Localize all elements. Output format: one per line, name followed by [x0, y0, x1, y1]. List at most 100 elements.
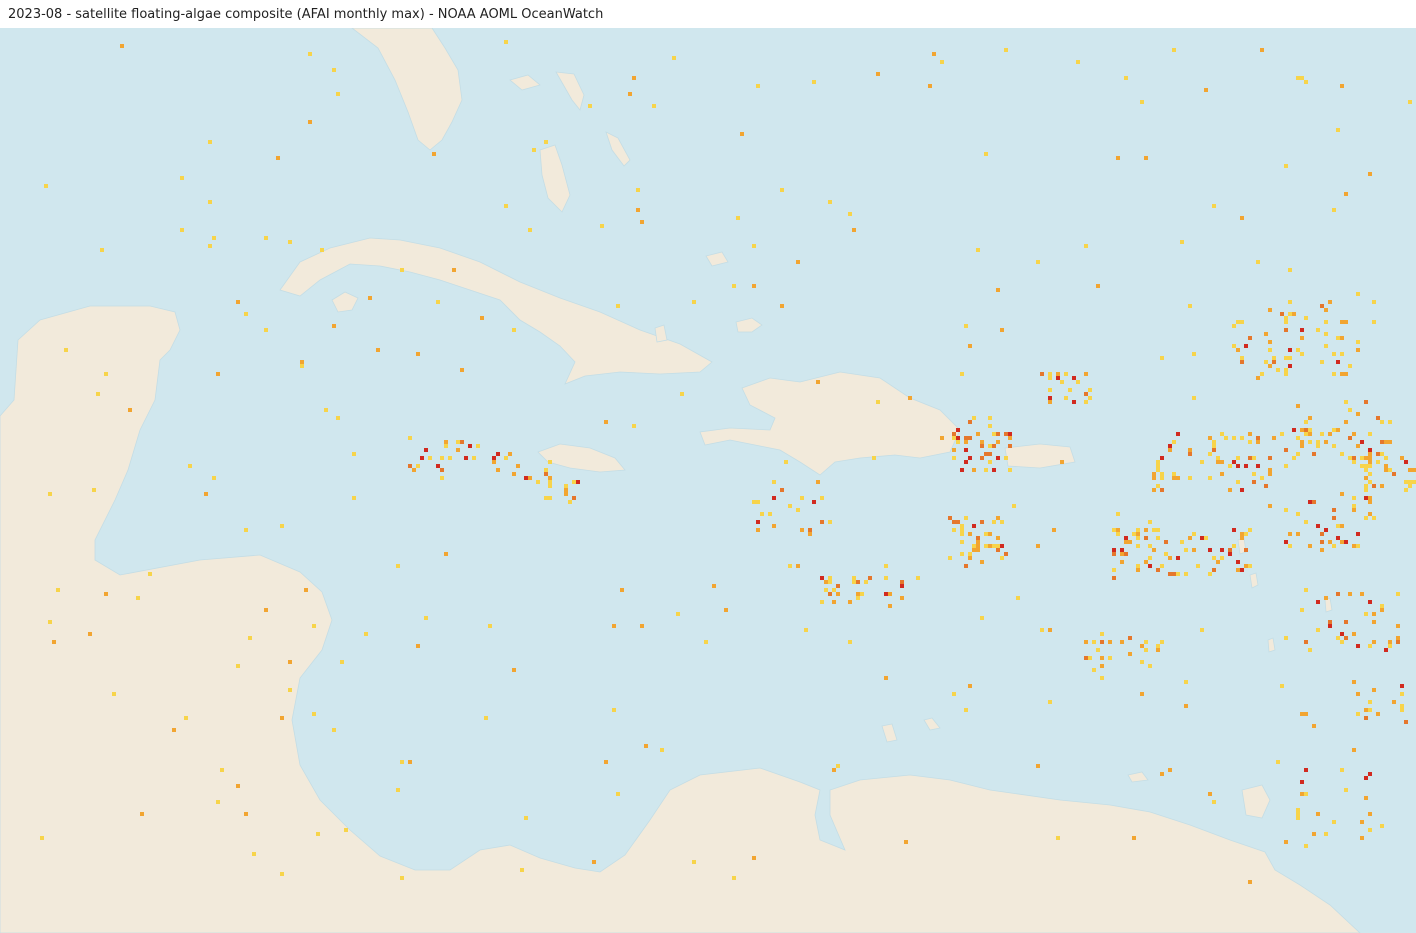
algae-pixel [1400, 456, 1404, 460]
algae-pixel [1208, 436, 1212, 440]
algae-pixel [692, 860, 696, 864]
algae-pixel [504, 204, 508, 208]
algae-pixel [484, 716, 488, 720]
algae-pixel [824, 580, 828, 584]
algae-pixel [1096, 284, 1100, 288]
algae-pixel [1344, 636, 1348, 640]
algae-pixel [1384, 468, 1388, 472]
algae-pixel [884, 564, 888, 568]
algae-pixel [948, 516, 952, 520]
algae-pixel [952, 456, 956, 460]
algae-pixel [1156, 484, 1160, 488]
algae-pixel [1084, 400, 1088, 404]
algae-pixel [364, 632, 368, 636]
algae-pixel [236, 300, 240, 304]
algae-pixel [740, 132, 744, 136]
algae-pixel [1352, 432, 1356, 436]
algae-pixel [852, 228, 856, 232]
algae-pixel [860, 592, 864, 596]
map-viewport[interactable] [0, 28, 1416, 933]
algae-pixel [376, 348, 380, 352]
algae-pixel [1328, 432, 1332, 436]
algae-pixel [576, 480, 580, 484]
algae-pixel [1064, 372, 1068, 376]
algae-pixel [612, 708, 616, 712]
algae-pixel [1208, 452, 1212, 456]
algae-pixel [988, 460, 992, 464]
algae-pixel [1400, 684, 1404, 688]
algae-pixel [1260, 476, 1264, 480]
algae-pixel [756, 528, 760, 532]
algae-pixel [976, 536, 980, 540]
algae-pixel [308, 52, 312, 56]
algae-pixel [1380, 604, 1384, 608]
algae-pixel [1036, 544, 1040, 548]
algae-pixel [1336, 360, 1340, 364]
algae-pixel [1236, 560, 1240, 564]
algae-pixel [1220, 556, 1224, 560]
algae-pixel [1372, 516, 1376, 520]
algae-pixel [208, 140, 212, 144]
algae-pixel [1308, 544, 1312, 548]
algae-pixel [1376, 416, 1380, 420]
algae-pixel [1240, 488, 1244, 492]
algae-pixel [1268, 308, 1272, 312]
algae-pixel [1216, 560, 1220, 564]
algae-pixel [1344, 400, 1348, 404]
algae-pixel [780, 188, 784, 192]
algae-pixel [1064, 396, 1068, 400]
algae-pixel [1380, 824, 1384, 828]
algae-pixel [1368, 464, 1372, 468]
algae-pixel [112, 692, 116, 696]
algae-pixel [968, 436, 972, 440]
algae-pixel [816, 480, 820, 484]
algae-pixel [1152, 472, 1156, 476]
algae-pixel [1252, 472, 1256, 476]
algae-pixel [336, 92, 340, 96]
algae-pixel [1344, 420, 1348, 424]
algae-pixel [980, 456, 984, 460]
algae-pixel [324, 408, 328, 412]
algae-pixel [1340, 640, 1344, 644]
map-canvas[interactable] [0, 28, 1416, 933]
algae-pixel [888, 604, 892, 608]
algae-pixel [1408, 100, 1412, 104]
algae-pixel [1236, 320, 1240, 324]
algae-pixel [604, 420, 608, 424]
algae-pixel [548, 480, 552, 484]
algae-pixel [1372, 484, 1376, 488]
algae-pixel [1284, 464, 1288, 468]
algae-pixel [352, 496, 356, 500]
algae-pixel [1352, 508, 1356, 512]
algae-pixel [1248, 432, 1252, 436]
algae-pixel [736, 216, 740, 220]
algae-pixel [100, 248, 104, 252]
algae-pixel [416, 644, 420, 648]
algae-pixel [832, 588, 836, 592]
algae-pixel [1284, 540, 1288, 544]
algae-pixel [1280, 312, 1284, 316]
algae-pixel [980, 616, 984, 620]
algae-pixel [1320, 532, 1324, 536]
algae-pixel [1188, 476, 1192, 480]
algae-pixel [1048, 400, 1052, 404]
algae-pixel [1292, 428, 1296, 432]
algae-pixel [1008, 436, 1012, 440]
algae-pixel [1324, 596, 1328, 600]
algae-pixel [548, 496, 552, 500]
algae-pixel [1144, 648, 1148, 652]
algae-pixel [1372, 688, 1376, 692]
algae-pixel [1052, 528, 1056, 532]
algae-pixel [916, 576, 920, 580]
algae-pixel [1332, 208, 1336, 212]
algae-pixel [996, 548, 1000, 552]
algae-pixel [964, 440, 968, 444]
algae-pixel [1212, 444, 1216, 448]
algae-pixel [1348, 436, 1352, 440]
algae-pixel [1112, 548, 1116, 552]
algae-pixel [1140, 692, 1144, 696]
algae-pixel [1300, 792, 1304, 796]
algae-pixel [884, 576, 888, 580]
algae-pixel [1168, 572, 1172, 576]
algae-pixel [1236, 348, 1240, 352]
